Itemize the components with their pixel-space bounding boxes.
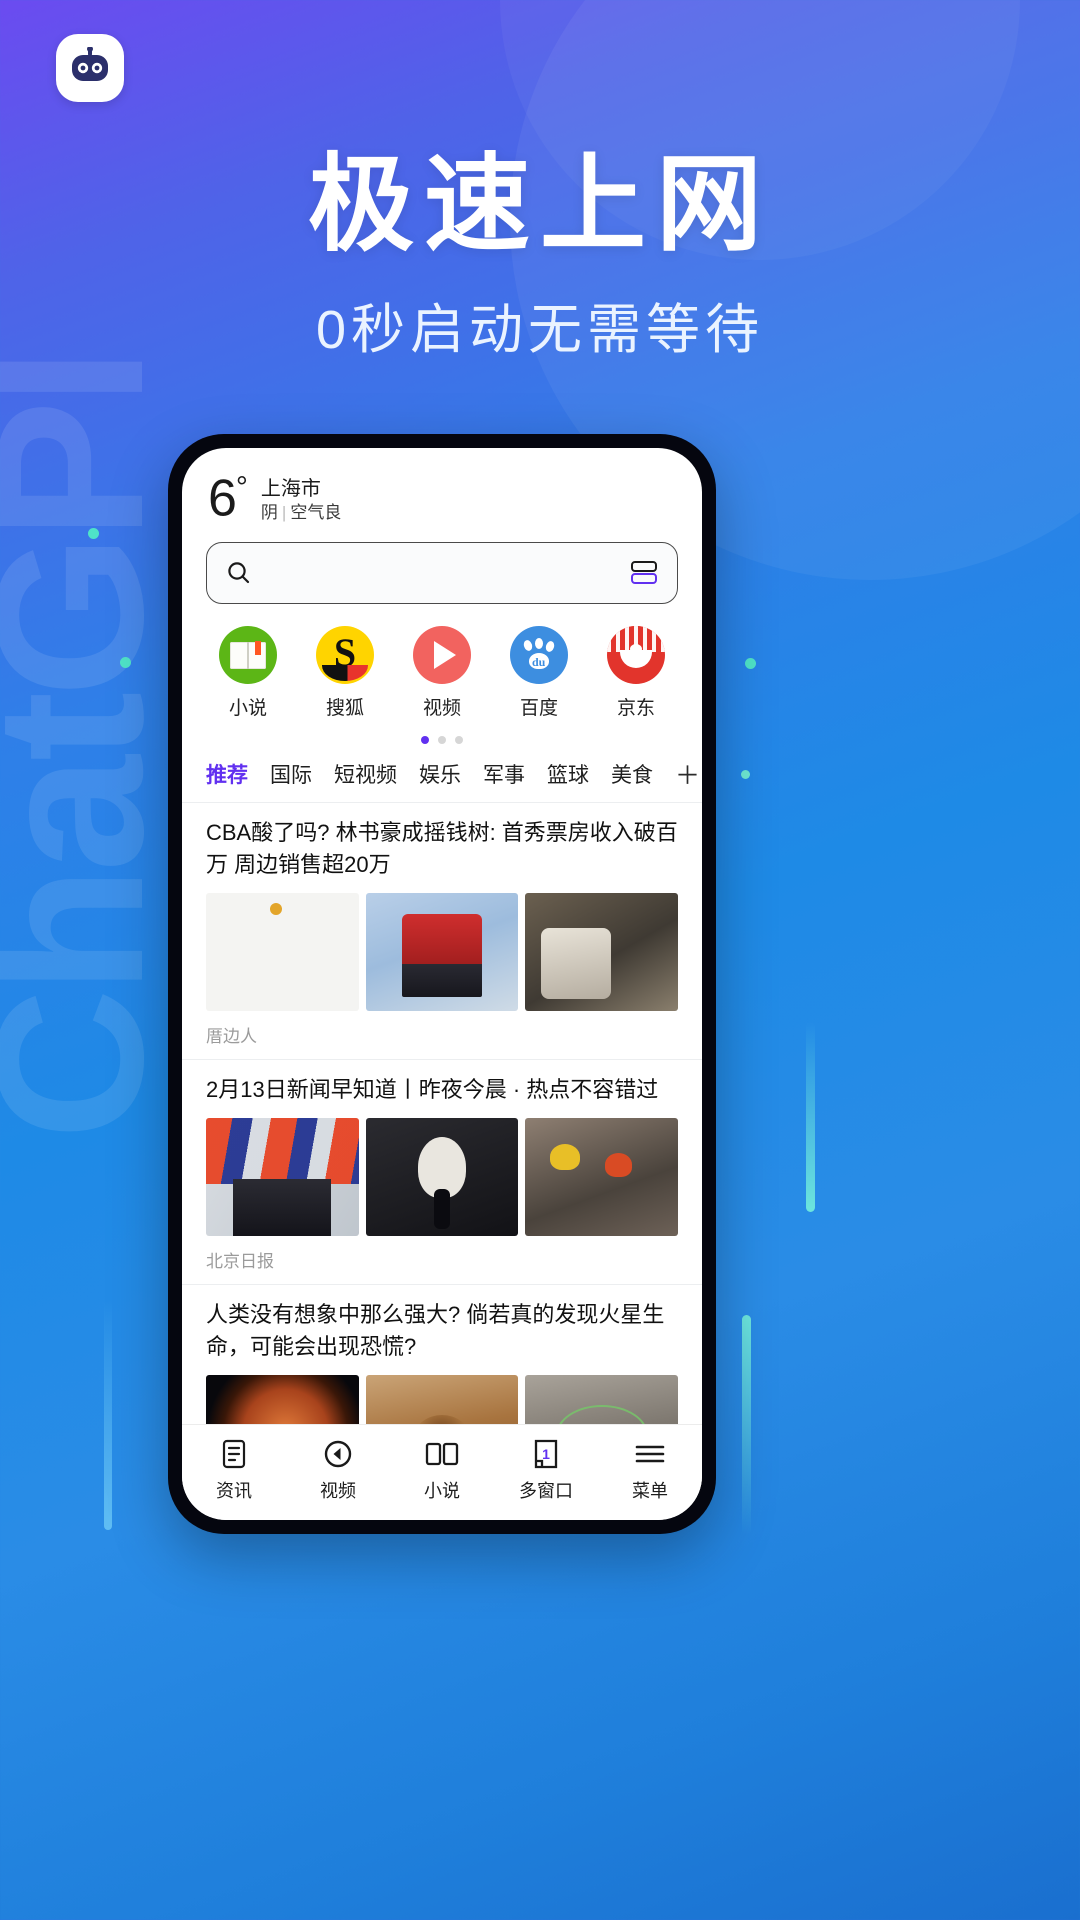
phone-screen: 6° 上海市 阴 | 空气良 小说 S 搜狐 视频 du 百度 京东 推荐 国际… [182, 448, 702, 1520]
news-item[interactable]: 人类没有想象中那么强大? 倘若真的发现火星生命，可能会出现恐慌? [182, 1285, 702, 1424]
air-quality-label: 空气良 [290, 503, 342, 522]
shortcut-item-baidu[interactable]: du 百度 [501, 626, 577, 720]
news-title[interactable]: CBA酸了吗? 林书豪成摇钱树: 首秀票房收入破百万 周边销售超20万 [206, 817, 678, 881]
decor-bar [104, 1300, 112, 1530]
tab-entertainment[interactable]: 娱乐 [419, 759, 461, 789]
tab-food[interactable]: 美食 [611, 759, 653, 789]
add-tab-button[interactable]: ＋ [675, 756, 700, 792]
news-thumbnail[interactable] [206, 1374, 359, 1424]
sohu-icon[interactable]: S [316, 626, 374, 685]
news-thumbnail[interactable] [525, 1117, 679, 1236]
tab-short-video[interactable]: 短视频 [334, 759, 397, 789]
app-logo [56, 34, 124, 102]
window-count-icon[interactable]: 1 [500, 1437, 592, 1471]
news-thumbnail[interactable] [525, 1374, 679, 1424]
decor-dot [741, 770, 750, 779]
back-circle-icon[interactable] [292, 1437, 384, 1471]
search-left-group [225, 559, 253, 587]
shortcut-label: 百度 [519, 698, 558, 720]
hamburger-menu-icon[interactable] [604, 1437, 696, 1471]
page-subtitle: 0秒启动无需等待 [315, 300, 765, 360]
nav-label: 资讯 [216, 1480, 252, 1501]
news-feed[interactable]: CBA酸了吗? 林书豪成摇钱树: 首秀票房收入破百万 周边销售超20万 厝边人 … [182, 803, 702, 1424]
news-thumbnail[interactable] [365, 1374, 519, 1424]
nav-item-multiwindow[interactable]: 1 多窗口 [500, 1437, 592, 1503]
decor-dot [745, 658, 756, 669]
news-thumbnails [206, 1117, 679, 1236]
news-thumbnail[interactable] [365, 893, 519, 1012]
shortcut-item-video[interactable]: 视频 [404, 626, 480, 720]
nav-item-video[interactable]: 视频 [292, 1437, 384, 1503]
nav-label: 视频 [320, 1480, 356, 1501]
news-item[interactable]: CBA酸了吗? 林书豪成摇钱树: 首秀票房收入破百万 周边销售超20万 厝边人 [182, 803, 702, 1061]
window-count-badge: 1 [542, 1446, 550, 1463]
weather-condition: 阴 | 空气良 [261, 502, 341, 524]
temperature-number: 6 [208, 469, 237, 528]
tab-military[interactable]: 军事 [483, 759, 525, 789]
nav-label: 菜单 [632, 1480, 668, 1501]
nav-item-novel[interactable]: 小说 [396, 1437, 488, 1503]
news-thumbnail[interactable] [365, 1117, 519, 1236]
bottom-navigation: 资讯 视频 小说 1 多窗口 菜单 [182, 1424, 702, 1520]
decor-bar [742, 1315, 751, 1535]
video-play-icon[interactable] [413, 626, 471, 685]
news-thumbnails [206, 893, 679, 1012]
news-thumbnail[interactable] [525, 893, 679, 1012]
tab-international[interactable]: 国际 [270, 759, 312, 789]
pager-dot[interactable] [438, 736, 446, 745]
search-icon[interactable] [225, 559, 253, 587]
shortcut-label: 京东 [616, 698, 655, 720]
decor-bar [806, 1022, 815, 1212]
shortcut-grid: 小说 S 搜狐 视频 du 百度 京东 [182, 604, 702, 720]
news-doc-icon[interactable] [188, 1437, 280, 1471]
watermark-text: ChatGPI [0, 353, 187, 1140]
novel-book-icon[interactable] [219, 626, 277, 685]
weather-text: 上海市 阴 | 空气良 [261, 474, 341, 524]
nav-item-news[interactable]: 资讯 [188, 1437, 280, 1503]
temperature-value: 6° [208, 471, 248, 524]
decor-dot [88, 528, 99, 539]
news-source: 厝边人 [206, 1027, 257, 1047]
shortcut-label: 搜狐 [325, 698, 364, 720]
nav-item-menu[interactable]: 菜单 [604, 1437, 696, 1503]
nav-label: 多窗口 [519, 1480, 573, 1501]
weather-widget[interactable]: 6° 上海市 阴 | 空气良 [182, 448, 702, 530]
multi-window-icon[interactable] [629, 560, 659, 586]
weather-city: 上海市 [260, 478, 321, 500]
baidu-paw-icon[interactable]: du [510, 626, 568, 685]
news-title[interactable]: 2月13日新闻早知道丨昨夜今晨 · 热点不容错过 [206, 1074, 678, 1106]
news-thumbnail[interactable] [206, 893, 359, 1012]
news-title[interactable]: 人类没有想象中那么强大? 倘若真的发现火星生命，可能会出现恐慌? [206, 1299, 678, 1363]
news-source: 北京日报 [206, 1251, 274, 1271]
pager-dot-active[interactable] [421, 736, 429, 745]
news-thumbnails [206, 1374, 679, 1424]
tab-recommend[interactable]: 推荐 [206, 759, 248, 789]
search-input[interactable] [206, 542, 678, 605]
condition-separator: | [281, 503, 287, 522]
page-title: 极速上网 [308, 146, 772, 264]
shortcut-item-jingdong[interactable]: 京东 [598, 626, 674, 720]
shortcut-label: 小说 [228, 698, 267, 720]
shortcut-item-sohu[interactable]: S 搜狐 [307, 626, 383, 720]
robot-icon [72, 47, 108, 81]
shortcut-pager[interactable] [182, 736, 702, 745]
tab-basketball[interactable]: 篮球 [547, 759, 589, 789]
news-thumbnail[interactable] [206, 1117, 359, 1236]
open-book-icon[interactable] [396, 1437, 488, 1471]
news-item[interactable]: 2月13日新闻早知道丨昨夜今晨 · 热点不容错过 北京日报 [182, 1060, 702, 1285]
nav-label: 小说 [424, 1480, 460, 1501]
shortcut-label: 视频 [422, 698, 461, 720]
shortcut-item-novel[interactable]: 小说 [210, 626, 286, 720]
degree-symbol: ° [235, 471, 248, 504]
phone-mockup: 6° 上海市 阴 | 空气良 小说 S 搜狐 视频 du 百度 京东 推荐 国际… [168, 434, 716, 1534]
jingdong-icon[interactable] [607, 626, 665, 685]
pager-dot[interactable] [455, 736, 463, 745]
decor-dot [120, 657, 131, 668]
condition-label: 阴 [260, 503, 278, 522]
category-tabs: 推荐 国际 短视频 娱乐 军事 篮球 美食 ＋ [182, 744, 702, 804]
